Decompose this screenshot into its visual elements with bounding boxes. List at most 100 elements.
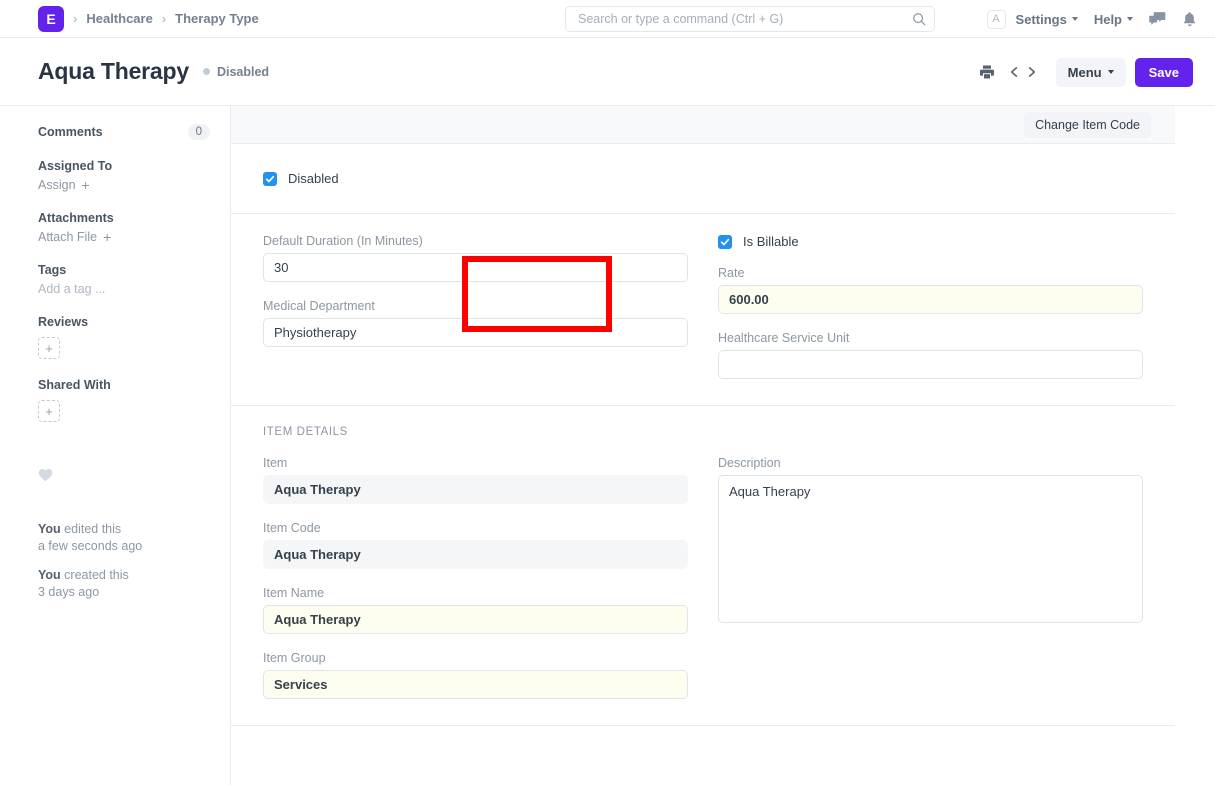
edited-who: You	[38, 522, 61, 536]
assigned-to-label: Assigned To	[38, 159, 210, 173]
medical-department-label: Medical Department	[263, 299, 688, 313]
save-button[interactable]: Save	[1135, 58, 1193, 87]
disabled-checkbox[interactable]	[263, 172, 277, 186]
is-billable-checkbox-row[interactable]: Is Billable	[718, 234, 1143, 249]
previous-record-icon[interactable]	[1006, 61, 1023, 83]
comments-count: 0	[188, 124, 210, 140]
item-details-title: ITEM DETAILS	[263, 426, 1143, 438]
created-text: created this	[61, 568, 129, 582]
rate-label: Rate	[718, 266, 1143, 280]
details-right-column: Is Billable Rate Healthcare Service Unit	[718, 234, 1143, 379]
item-code-value: Aqua Therapy	[263, 540, 688, 569]
next-record-icon[interactable]	[1023, 61, 1040, 83]
status-badge: Disabled	[203, 65, 269, 79]
sidebar-section-tags: Tags Add a tag ...	[38, 263, 210, 296]
plus-icon: +	[82, 178, 90, 192]
breadcrumb-separator-1: ›	[73, 11, 77, 26]
avatar[interactable]: A	[987, 10, 1006, 29]
field-description: Description	[718, 456, 1143, 626]
global-search[interactable]	[565, 6, 935, 32]
description-textarea[interactable]	[718, 475, 1143, 623]
assign-label: Assign	[38, 178, 76, 192]
sidebar-section-reviews: Reviews +	[38, 315, 210, 359]
plus-icon: +	[103, 230, 111, 244]
disabled-checkbox-row[interactable]: Disabled	[263, 171, 1143, 186]
help-menu[interactable]: Help	[1094, 12, 1133, 27]
created-log: You created this 3 days ago	[38, 567, 210, 601]
search-input[interactable]	[576, 11, 912, 27]
like-heart-icon[interactable]	[38, 468, 210, 485]
created-when: 3 days ago	[38, 585, 99, 599]
field-is-billable: Is Billable	[718, 234, 1143, 249]
form-card: Change Item Code Disabled Defaul	[231, 106, 1175, 726]
field-item-code: Item Code Aqua Therapy	[263, 521, 688, 569]
healthcare-service-unit-input[interactable]	[718, 350, 1143, 379]
settings-menu[interactable]: Settings	[1016, 12, 1078, 27]
navbar-right-group: A Settings Help	[987, 0, 1201, 38]
details-left-column: Default Duration (In Minutes) Medical De…	[263, 234, 688, 379]
card-toolbar: Change Item Code	[231, 106, 1175, 144]
rate-input[interactable]	[718, 285, 1143, 314]
field-item-name: Item Name	[263, 586, 688, 634]
sidebar-section-shared-with: Shared With +	[38, 378, 210, 422]
page-header: Aqua Therapy Disabled Menu Save	[0, 38, 1215, 106]
reviews-label: Reviews	[38, 315, 210, 329]
search-icon	[912, 12, 926, 26]
field-medical-department: Medical Department	[263, 299, 688, 347]
chevron-down-icon	[1127, 17, 1133, 21]
chevron-down-icon	[1108, 70, 1114, 74]
chat-icon[interactable]	[1149, 11, 1166, 27]
sidebar-section-attachments: Attachments Attach File +	[38, 211, 210, 244]
status-label: Disabled	[217, 65, 269, 79]
form-content: Change Item Code Disabled Defaul	[231, 106, 1215, 785]
item-details-right-column: Description	[718, 456, 1143, 699]
default-duration-label: Default Duration (In Minutes)	[263, 234, 688, 248]
help-label: Help	[1094, 12, 1122, 27]
details-section: Default Duration (In Minutes) Medical De…	[231, 214, 1175, 406]
app-logo[interactable]: E	[38, 6, 64, 32]
change-item-code-button[interactable]: Change Item Code	[1024, 112, 1151, 138]
menu-button-label: Menu	[1068, 65, 1102, 80]
field-item: Item Aqua Therapy	[263, 456, 688, 504]
item-code-label: Item Code	[263, 521, 688, 535]
default-duration-input[interactable]	[263, 253, 688, 282]
field-item-group: Item Group	[263, 651, 688, 699]
item-value: Aqua Therapy	[263, 475, 688, 504]
item-group-input[interactable]	[263, 670, 688, 699]
disabled-checkbox-label: Disabled	[288, 171, 339, 186]
sidebar-section-comments[interactable]: Comments 0	[38, 124, 210, 140]
breadcrumb-separator-2: ›	[162, 11, 166, 26]
sidebar-section-assigned-to: Assigned To Assign +	[38, 159, 210, 192]
attachments-label: Attachments	[38, 211, 210, 225]
form-sidebar: Comments 0 Assigned To Assign + Attachme…	[0, 106, 231, 785]
healthcare-service-unit-label: Healthcare Service Unit	[718, 331, 1143, 345]
page-header-actions: Menu Save	[975, 38, 1193, 106]
add-shared-user-button[interactable]: +	[38, 400, 60, 422]
created-who: You	[38, 568, 61, 582]
is-billable-checkbox[interactable]	[718, 235, 732, 249]
edited-text: edited this	[61, 522, 121, 536]
field-rate: Rate	[718, 266, 1143, 314]
is-billable-label: Is Billable	[743, 234, 799, 249]
attach-file-button[interactable]: Attach File +	[38, 230, 210, 244]
bell-icon[interactable]	[1182, 11, 1197, 27]
item-name-input[interactable]	[263, 605, 688, 634]
details-grid: Default Duration (In Minutes) Medical De…	[263, 234, 1143, 379]
comments-label: Comments	[38, 125, 103, 139]
edited-when: a few seconds ago	[38, 539, 142, 553]
add-tag-input[interactable]: Add a tag ...	[38, 282, 210, 296]
top-navbar: E › Healthcare › Therapy Type A Settings…	[0, 0, 1215, 38]
page-title: Aqua Therapy	[38, 58, 189, 85]
medical-department-input[interactable]	[263, 318, 688, 347]
disabled-section: Disabled	[231, 144, 1175, 214]
breadcrumb-item-therapy-type[interactable]: Therapy Type	[175, 11, 259, 26]
breadcrumb-item-healthcare[interactable]: Healthcare	[86, 11, 152, 26]
item-label: Item	[263, 456, 688, 470]
print-icon[interactable]	[975, 60, 999, 84]
menu-button[interactable]: Menu	[1056, 58, 1126, 87]
assign-button[interactable]: Assign +	[38, 178, 210, 192]
item-name-label: Item Name	[263, 586, 688, 600]
add-review-button[interactable]: +	[38, 337, 60, 359]
field-default-duration: Default Duration (In Minutes)	[263, 234, 688, 282]
page-body: Comments 0 Assigned To Assign + Attachme…	[0, 106, 1215, 785]
